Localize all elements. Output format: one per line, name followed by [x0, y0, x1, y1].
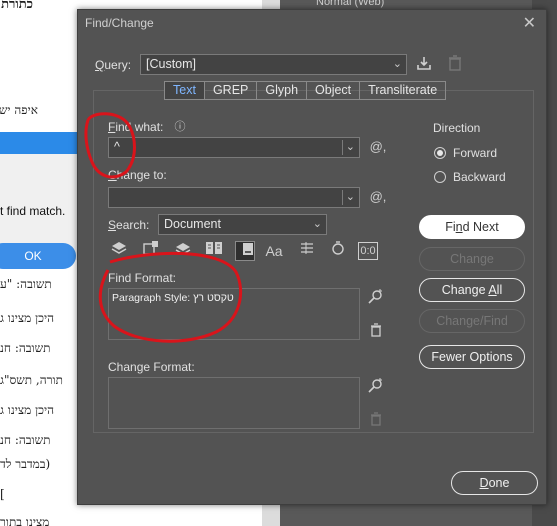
query-value: [Custom]	[146, 57, 197, 71]
change-to-label: Change to:	[108, 168, 167, 182]
query-select[interactable]: [Custom] ⌄	[140, 54, 407, 75]
find-what-label: Find what:	[108, 120, 164, 134]
done-button[interactable]: Done	[451, 471, 538, 495]
search-scope-select[interactable]: Document ⌄	[158, 214, 327, 235]
include-master-pages-icon[interactable]	[204, 241, 224, 261]
doc-line: מצינו בתור	[0, 515, 50, 526]
include-footnotes-icon[interactable]	[235, 241, 255, 261]
tab-grep[interactable]: GREP	[205, 82, 258, 99]
change-button[interactable]: Change	[419, 247, 525, 271]
alert-dialog: t find match. OK	[0, 132, 88, 269]
dialog-titlebar[interactable]: Find/Change ✕	[78, 10, 546, 36]
fewer-options-button[interactable]: Fewer Options	[419, 345, 525, 369]
case-sensitive-icon[interactable]: Aa	[264, 241, 284, 261]
clear-find-format-icon[interactable]	[368, 323, 384, 341]
specify-find-format-icon[interactable]	[366, 289, 386, 309]
find-format-value: Paragraph Style: טקסט רץ	[112, 292, 234, 304]
chevron-down-icon[interactable]: ⌄	[346, 138, 355, 157]
change-find-button[interactable]: Change/Find	[419, 309, 525, 333]
find-change-dialog: Find/Change ✕ Query: [Custom] ⌄ Text GRE…	[77, 9, 547, 505]
direction-group: Direction Forward Backward	[418, 121, 526, 193]
forward-label[interactable]: Forward	[453, 146, 497, 160]
save-query-icon[interactable]	[415, 55, 433, 75]
include-locked-layers-icon[interactable]	[109, 241, 129, 261]
change-format-label: Change Format:	[108, 360, 195, 374]
tab-text[interactable]: Text	[165, 82, 205, 99]
forward-radio[interactable]	[434, 147, 446, 159]
tab-object[interactable]: Object	[307, 82, 361, 99]
find-format-label: Find Format:	[108, 271, 177, 285]
find-next-button[interactable]: Find Next	[419, 215, 525, 239]
clear-change-format-icon[interactable]	[368, 412, 384, 430]
panel-style-label[interactable]: Normal (Web)	[316, 0, 384, 8]
find-format-box[interactable]: Paragraph Style: טקסט רץ	[108, 288, 360, 340]
change-all-button[interactable]: Change All	[419, 278, 525, 302]
tab-transliterate[interactable]: Transliterate	[360, 82, 445, 99]
find-what-input[interactable]: ^ ⌄	[108, 137, 360, 158]
info-icon[interactable]: ⓘ	[173, 118, 187, 136]
whole-word-icon[interactable]	[297, 241, 317, 261]
alert-message: t find match.	[0, 204, 66, 218]
backward-label[interactable]: Backward	[453, 170, 506, 184]
close-icon[interactable]: ✕	[523, 13, 536, 33]
change-format-box[interactable]	[108, 377, 360, 429]
kana-sensitive-icon[interactable]	[328, 241, 348, 261]
query-label: Query:	[95, 58, 132, 72]
find-what-value: ^	[114, 140, 120, 154]
change-to-input[interactable]: ⌄	[108, 187, 360, 208]
special-characters-icon[interactable]: @,	[368, 138, 388, 156]
backward-radio[interactable]	[434, 171, 446, 183]
specify-change-format-icon[interactable]	[366, 378, 386, 398]
chevron-down-icon: ⌄	[392, 58, 402, 70]
dialog-title: Find/Change	[85, 16, 154, 30]
include-locked-stories-icon[interactable]	[141, 241, 161, 261]
search-scope-value: Document	[164, 217, 221, 231]
chevron-down-icon[interactable]: ⌄	[346, 188, 355, 207]
include-hidden-layers-icon[interactable]	[173, 241, 193, 261]
delete-query-icon[interactable]	[446, 55, 464, 75]
special-characters-icon[interactable]: @,	[368, 188, 388, 206]
direction-label: Direction	[433, 121, 481, 135]
search-mode-tabs: Text GREP Glyph Object Transliterate	[164, 81, 447, 100]
tab-glyph[interactable]: Glyph	[257, 82, 308, 99]
width-sensitive-icon[interactable]: 0:0	[358, 242, 378, 260]
chevron-down-icon: ⌄	[312, 218, 322, 230]
search-label: Search:	[108, 218, 150, 232]
alert-ok-button[interactable]: OK	[0, 243, 76, 269]
